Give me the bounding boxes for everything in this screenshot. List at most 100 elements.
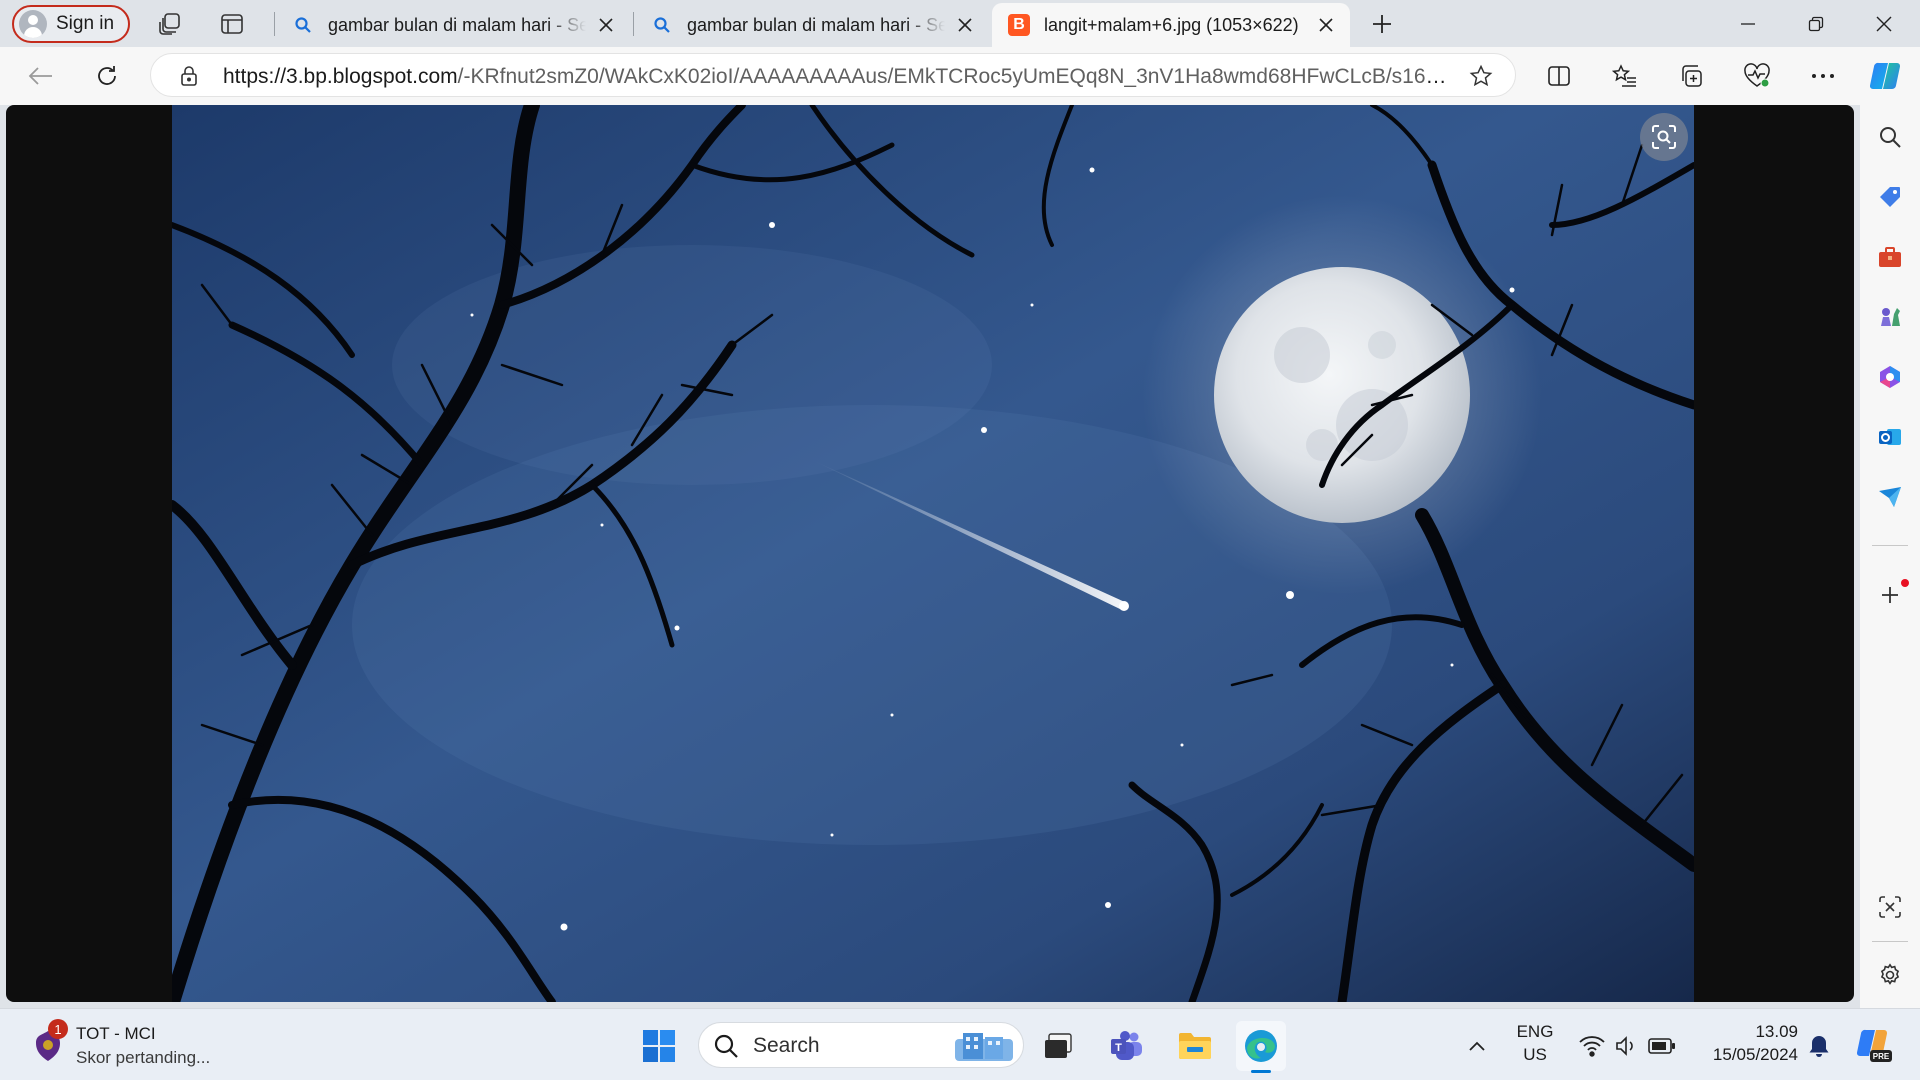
plus-icon [1373, 15, 1391, 33]
visual-search-icon [1652, 125, 1676, 149]
split-screen-button[interactable] [1538, 56, 1580, 96]
task-view-icon [1045, 1033, 1072, 1058]
more-dots-icon [1812, 74, 1834, 78]
clock[interactable]: 13.09 15/05/2024 [1696, 1022, 1798, 1068]
teams-button[interactable]: T [1102, 1021, 1152, 1071]
file-explorer-button[interactable] [1170, 1021, 1220, 1071]
close-icon[interactable] [1314, 13, 1338, 37]
network-volume-battery-group[interactable] [1574, 1031, 1680, 1061]
url-text[interactable]: https://3.bp.blogspot.com/-KRfnut2smZ0/W… [223, 65, 1453, 89]
blogger-icon: B [1008, 14, 1030, 36]
taskbar-search-box[interactable]: Search [698, 1022, 1024, 1068]
keyboard-region: US [1523, 1045, 1547, 1064]
browser-essentials-button[interactable] [1736, 56, 1778, 96]
minimize-button[interactable] [1714, 0, 1782, 47]
microsoft-365-icon [1880, 366, 1900, 388]
settings-more-button[interactable] [1802, 56, 1844, 96]
address-bar[interactable]: https://3.bp.blogspot.com/-KRfnut2smZ0/W… [150, 53, 1516, 97]
chevron-up-icon [1469, 1041, 1485, 1051]
teams-icon: T [1111, 1031, 1142, 1060]
bell-icon [1809, 1036, 1829, 1057]
copilot-button[interactable] [1864, 56, 1906, 96]
restore-button[interactable] [1782, 0, 1850, 47]
tab-image-active[interactable]: B langit+malam+6.jpg (1053×622) [992, 3, 1350, 47]
search-highlight-icon [955, 1033, 1013, 1061]
battery-icon [1648, 1038, 1675, 1054]
tab-actions-button[interactable] [210, 6, 254, 42]
show-hidden-icons-button[interactable] [1452, 1021, 1502, 1071]
notification-badge: 1 [48, 1019, 68, 1039]
sidebar-drop-button[interactable] [1870, 477, 1910, 517]
search-icon [292, 14, 314, 36]
plus-icon [1882, 587, 1898, 603]
copilot-icon [1869, 62, 1901, 90]
svg-text:T: T [1115, 1042, 1122, 1054]
sidebar-shopping-button[interactable] [1870, 177, 1910, 217]
favorites-list-icon [1612, 64, 1636, 87]
close-icon[interactable] [594, 13, 618, 37]
copilot-taskbar-button[interactable]: PRE [1846, 1021, 1902, 1071]
language-code: ENG [1516, 1022, 1554, 1041]
notifications-button[interactable] [1794, 1021, 1844, 1071]
refresh-button[interactable] [86, 56, 128, 96]
sidebar-divider [1872, 545, 1908, 546]
clock-time: 13.09 [1755, 1022, 1798, 1041]
copilot-pre-icon: PRE [1856, 1029, 1892, 1062]
clock-date: 15/05/2024 [1712, 1045, 1798, 1064]
shopping-tag-icon [1880, 187, 1900, 207]
restore-icon [1808, 16, 1824, 31]
sidebar-microsoft365-button[interactable] [1870, 357, 1910, 397]
heart-pulse-icon [1744, 63, 1770, 88]
sign-in-label: Sign in [56, 13, 115, 34]
search-label: Search [753, 1034, 820, 1057]
close-icon[interactable] [953, 13, 977, 37]
toolbox-icon [1879, 247, 1901, 267]
language-indicator[interactable]: ENG US [1510, 1022, 1560, 1068]
lock-icon[interactable] [179, 65, 199, 92]
sidebar-settings-button[interactable] [1870, 955, 1910, 995]
favorite-star-icon[interactable] [1469, 64, 1493, 93]
chess-pieces-icon [1881, 308, 1900, 326]
news-widget[interactable]: 1 TOT - MCI Skor pertanding... [28, 1017, 258, 1073]
browser-toolbar: https://3.bp.blogspot.com/-KRfnut2smZ0/W… [0, 47, 1920, 105]
volume-icon [1616, 1036, 1633, 1056]
search-icon [651, 14, 673, 36]
tab-search-1[interactable]: gambar bulan di malam hari - Search [276, 3, 630, 47]
task-view-button[interactable] [1033, 1021, 1083, 1071]
tab-title: langit+malam+6.jpg (1053×622) [1044, 14, 1299, 35]
sidebar-games-button[interactable] [1870, 297, 1910, 337]
tab-title: gambar bulan di malam hari - Search [687, 14, 945, 35]
active-app-indicator [1251, 1070, 1271, 1073]
back-button[interactable] [20, 56, 62, 96]
tab-search-2[interactable]: gambar bulan di malam hari - Search [635, 3, 989, 47]
sign-in-button[interactable]: Sign in [12, 5, 130, 43]
windows-taskbar: 1 TOT - MCI Skor pertanding... Search T … [0, 1008, 1920, 1080]
sidebar-outlook-button[interactable] [1870, 417, 1910, 457]
drop-send-icon [1879, 487, 1901, 507]
favorites-button[interactable] [1604, 56, 1646, 96]
sidebar-customize-button[interactable] [1870, 575, 1910, 615]
tab-strip: Sign in gambar bulan di malam hari - Sea… [0, 0, 1920, 47]
tab-divider [633, 12, 634, 36]
sidebar-screenshot-button[interactable] [1870, 887, 1910, 927]
visual-search-button[interactable] [1640, 113, 1688, 161]
start-button[interactable] [634, 1021, 684, 1071]
search-icon [1880, 127, 1901, 148]
minimize-icon [1741, 22, 1755, 25]
sidebar-search-button[interactable] [1870, 117, 1910, 157]
new-tab-button[interactable] [1360, 6, 1404, 42]
folder-icon [1179, 1033, 1211, 1059]
collections-icon [1682, 65, 1702, 87]
sidebar-tools-button[interactable] [1870, 237, 1910, 277]
image-viewer [6, 105, 1854, 1002]
close-window-button[interactable] [1850, 0, 1918, 47]
edge-taskbar-button[interactable] [1236, 1021, 1286, 1073]
collections-button[interactable] [1670, 56, 1712, 96]
workspaces-button[interactable] [148, 6, 192, 42]
widget-title: TOT - MCI [76, 1024, 156, 1043]
split-screen-icon [1548, 66, 1570, 86]
back-arrow-icon [28, 67, 52, 85]
sidebar-divider [1872, 941, 1908, 942]
screenshot-capture-icon [1879, 896, 1901, 918]
workspaces-icon [159, 13, 180, 35]
